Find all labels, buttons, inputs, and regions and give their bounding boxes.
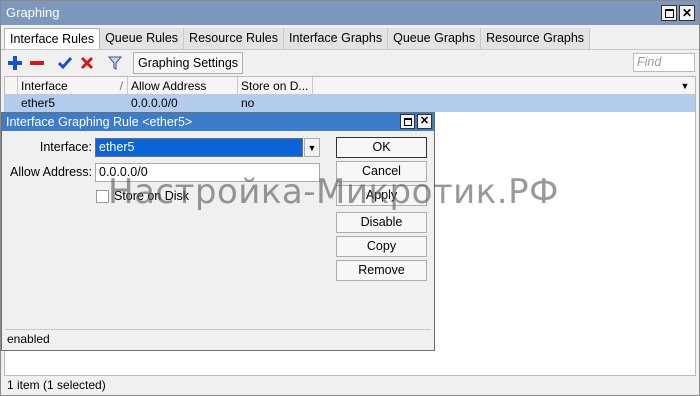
checkmark-icon bbox=[58, 57, 72, 70]
tab-queue-rules[interactable]: Queue Rules bbox=[100, 28, 185, 49]
header-store-on-disk[interactable]: Store on D... bbox=[238, 77, 313, 95]
close-icon: ✕ bbox=[681, 6, 693, 20]
add-button[interactable] bbox=[5, 53, 25, 73]
table-row[interactable]: ether5 0.0.0.0/0 no bbox=[5, 95, 695, 112]
disable-button[interactable]: Disable bbox=[336, 212, 427, 233]
ok-button[interactable]: OK bbox=[336, 137, 427, 158]
dialog-titlebar[interactable]: Interface Graphing Rule <ether5> ✕ bbox=[2, 113, 434, 131]
dropdown-arrow-icon: ▼ bbox=[307, 142, 317, 153]
status-bar: 1 item (1 selected) bbox=[7, 378, 106, 392]
tab-interface-rules[interactable]: Interface Rules bbox=[4, 28, 101, 49]
interface-dropdown-button[interactable]: ▼ bbox=[304, 138, 320, 157]
cross-icon bbox=[80, 56, 94, 70]
dialog-status: enabled bbox=[5, 329, 431, 348]
store-on-disk-label: Store on Disk bbox=[114, 189, 190, 203]
header-interface[interactable]: Interface / bbox=[18, 77, 128, 95]
dialog-maximize-button[interactable] bbox=[400, 114, 415, 129]
filter-icon bbox=[108, 56, 122, 70]
cancel-button[interactable]: Cancel bbox=[336, 161, 427, 182]
store-on-disk-checkbox[interactable] bbox=[96, 190, 109, 203]
column-chooser-button[interactable]: ▼ bbox=[678, 77, 692, 95]
tab-interface-graphs[interactable]: Interface Graphs bbox=[283, 28, 389, 49]
chevron-down-icon: ▼ bbox=[680, 81, 690, 91]
tab-queue-graphs[interactable]: Queue Graphs bbox=[388, 28, 482, 49]
header-spacer bbox=[5, 77, 18, 95]
tab-bar: Interface Rules Queue Rules Resource Rul… bbox=[4, 28, 591, 49]
find-input[interactable]: Find bbox=[633, 53, 695, 72]
window-titlebar[interactable]: Graphing ✕ bbox=[1, 1, 699, 25]
remove-button[interactable]: Remove bbox=[336, 260, 427, 281]
disable-button[interactable] bbox=[77, 53, 97, 73]
header-allow-address[interactable]: Allow Address bbox=[128, 77, 238, 95]
minus-icon bbox=[30, 61, 44, 65]
interface-select[interactable]: ether5 bbox=[95, 138, 303, 157]
plus-icon bbox=[8, 56, 22, 70]
tab-resource-graphs[interactable]: Resource Graphs bbox=[481, 28, 591, 49]
copy-button[interactable]: Copy bbox=[336, 236, 427, 257]
allow-address-input[interactable]: 0.0.0.0/0 bbox=[95, 163, 320, 182]
enable-button[interactable] bbox=[55, 53, 75, 73]
maximize-icon bbox=[664, 8, 674, 18]
tab-resource-rules[interactable]: Resource Rules bbox=[184, 28, 284, 49]
interface-label: Interface: bbox=[39, 140, 92, 154]
toolbar: Graphing Settings Find bbox=[1, 49, 699, 75]
close-button[interactable]: ✕ bbox=[679, 5, 695, 21]
dialog-close-button[interactable]: ✕ bbox=[417, 114, 432, 129]
remove-button[interactable] bbox=[27, 53, 47, 73]
allow-address-label: Allow Address: bbox=[10, 165, 92, 179]
interface-graphing-rule-dialog: Interface Graphing Rule <ether5> ✕ Inter… bbox=[1, 112, 435, 351]
maximize-button[interactable] bbox=[661, 5, 677, 21]
graphing-settings-button[interactable]: Graphing Settings bbox=[133, 52, 243, 74]
maximize-icon bbox=[403, 117, 412, 126]
sort-indicator-icon: / bbox=[119, 79, 123, 93]
filter-button[interactable] bbox=[105, 53, 125, 73]
cell-store-on-disk: no bbox=[241, 96, 255, 110]
cell-interface: ether5 bbox=[21, 96, 56, 110]
close-icon: ✕ bbox=[419, 115, 430, 127]
window-title: Graphing bbox=[6, 5, 60, 20]
dialog-title: Interface Graphing Rule <ether5> bbox=[6, 115, 193, 129]
table-header: Interface / Allow Address Store on D... … bbox=[5, 77, 695, 95]
apply-button[interactable]: Apply bbox=[336, 185, 427, 206]
cell-allow-address: 0.0.0.0/0 bbox=[131, 96, 178, 110]
